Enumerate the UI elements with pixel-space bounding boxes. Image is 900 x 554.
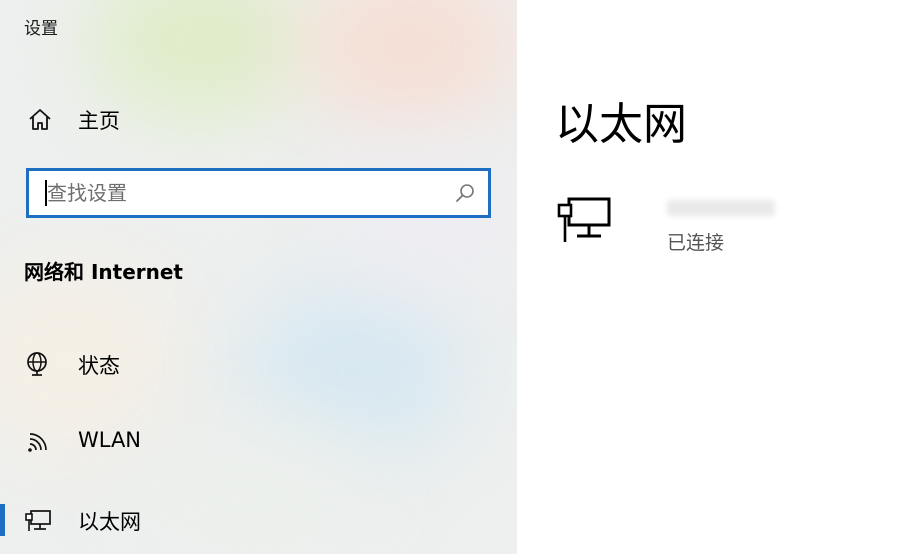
text-caret (45, 180, 47, 206)
home-icon (26, 106, 54, 134)
network-name-redacted (667, 200, 775, 216)
sidebar-item-label: 以太网 (78, 510, 141, 534)
sidebar-item-ethernet[interactable]: 以太网 (0, 494, 517, 544)
ethernet-computer-icon (555, 194, 617, 244)
sidebar-item-label: 状态 (78, 354, 120, 378)
globe-status-icon (24, 350, 52, 378)
ethernet-connection[interactable]: 已连接 (555, 190, 855, 260)
search-icon[interactable] (454, 182, 476, 204)
app-title: 设置 (24, 19, 58, 39)
sidebar-item-status[interactable]: 状态 (0, 338, 517, 388)
section-title: 网络和 Internet (24, 260, 183, 284)
sidebar-item-label: WLAN (78, 428, 142, 452)
nav-home-label: 主页 (78, 109, 120, 133)
settings-window: 设置 主页 网络和 Internet (0, 0, 900, 554)
search-input[interactable] (47, 171, 447, 215)
sidebar-item-wlan[interactable]: WLAN (0, 416, 517, 466)
wifi-icon (24, 428, 52, 456)
active-indicator (0, 504, 5, 536)
content-pane: 以太网 已连接 (517, 0, 900, 554)
sidebar: 设置 主页 网络和 Internet (0, 0, 517, 554)
ethernet-icon (24, 506, 52, 534)
connection-status: 已连接 (667, 232, 725, 254)
nav-home[interactable]: 主页 (0, 96, 517, 142)
page-title: 以太网 (555, 99, 687, 150)
search-box[interactable] (26, 168, 491, 218)
